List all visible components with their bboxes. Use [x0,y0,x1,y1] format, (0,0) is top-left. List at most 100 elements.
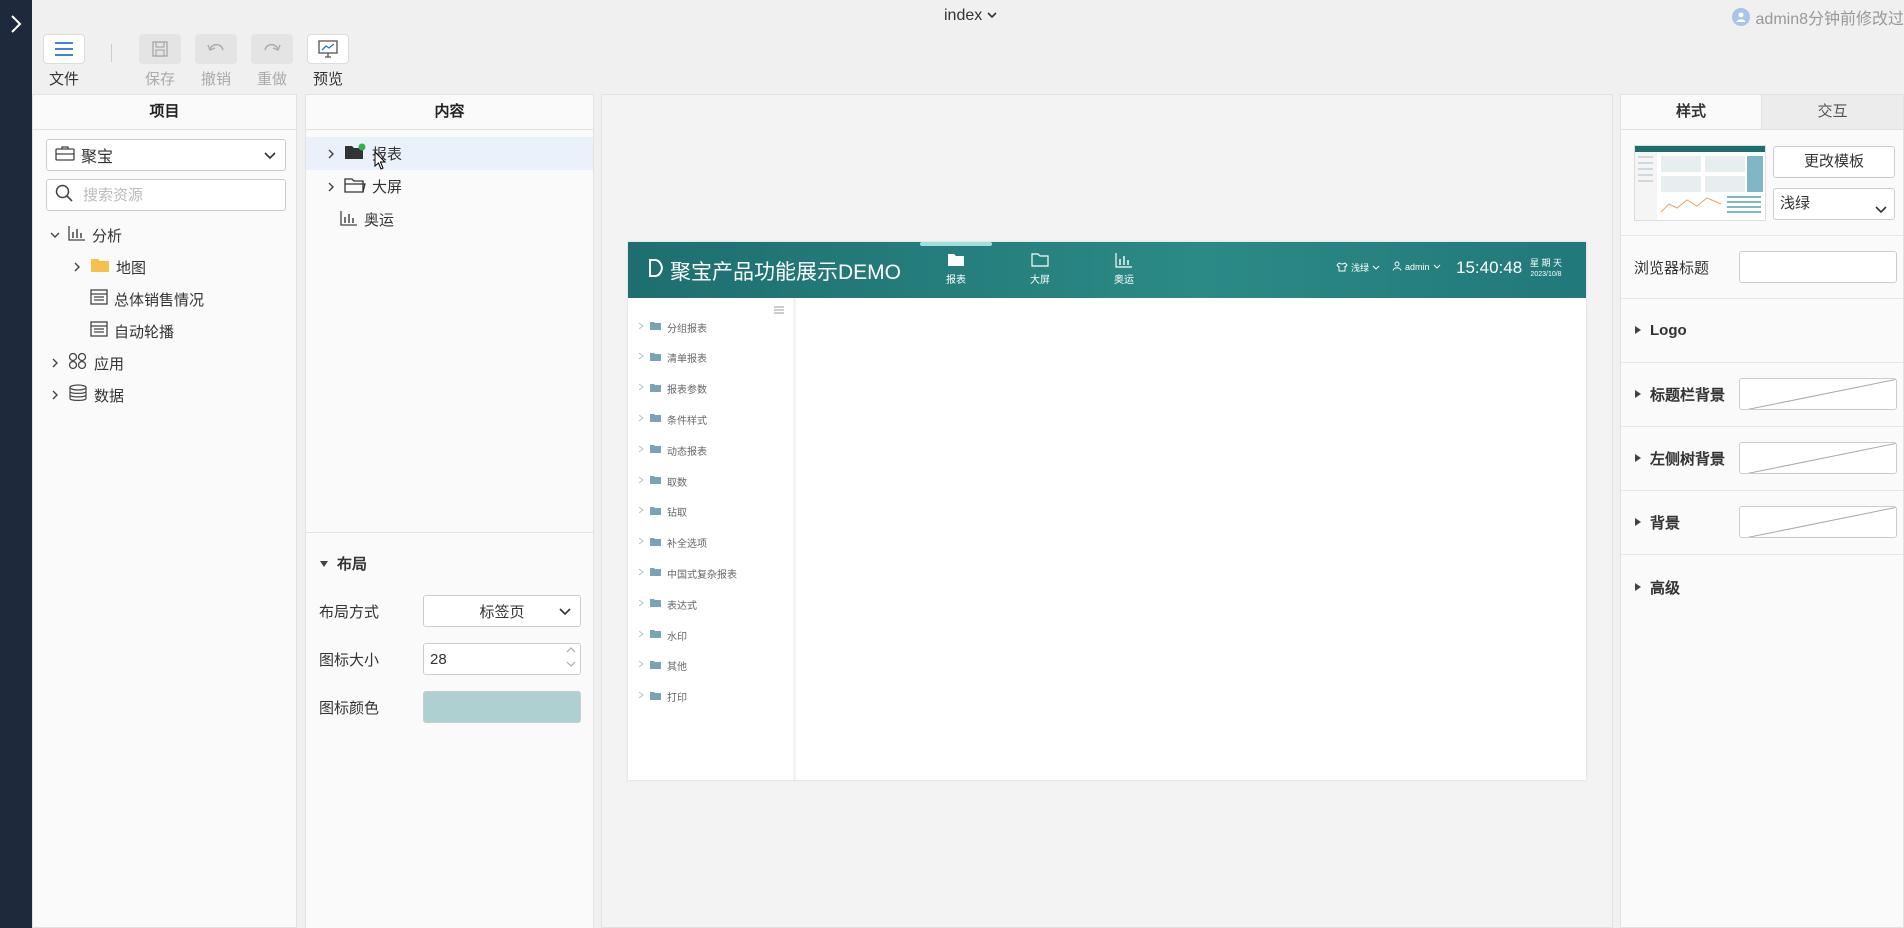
preview-tab-olympics[interactable]: 奥运 [1096,252,1152,286]
tree-item-data[interactable]: 数据 [33,379,296,411]
properties-tabs: 样式 交互 [1621,95,1903,130]
tree-item-auto-carousel[interactable]: 自动轮播 [33,315,296,347]
template-thumbnail [1634,145,1766,221]
redo-button[interactable]: 重做 [244,34,300,89]
file-button[interactable]: 文件 [36,34,92,89]
preview-side-item[interactable]: 分组报表 [638,319,707,335]
content-tree-item-report[interactable]: 报表 [306,137,593,170]
logo-section[interactable]: Logo [1621,299,1903,363]
layout-mode-value: 标签页 [479,603,525,621]
modified-text: admin8分钟前修改过 [1755,11,1904,28]
icon-size-stepper[interactable]: 28 [423,643,581,675]
preview-side-item[interactable]: 条件样式 [638,411,707,427]
project-select[interactable]: 聚宝 [46,139,286,171]
search-input[interactable] [83,186,263,204]
preview-tab-label: 奥运 [1114,275,1134,286]
chevron-right-icon[interactable] [48,356,62,370]
layout-section-title: 布局 [337,556,368,573]
preview-side-item[interactable]: 其他 [638,658,687,674]
advanced-section[interactable]: 高级 [1621,555,1903,619]
preview-side-item[interactable]: 表达式 [638,596,697,612]
content-panel: 内容 报表 大屏 奥运 布局 布局方式 标签页 图标大小 28 图标颜色 [305,94,594,928]
preview-side-item[interactable]: 取数 [638,473,687,489]
folder-icon [344,176,366,198]
tree-item-map[interactable]: 地图 [33,251,296,283]
left-tree-bg-section[interactable]: 左侧树背景 [1621,427,1903,491]
preview-user-label: admin [1405,262,1430,272]
preview-tab-report[interactable]: 报表 [920,242,992,286]
folder-filled-icon [344,143,366,165]
caret-right-icon [1634,386,1642,403]
preview-side-item[interactable]: 补全选项 [638,535,707,551]
chevron-down-icon[interactable] [48,228,62,242]
folder-icon [650,383,661,395]
preview-side-item-label: 其他 [667,662,687,674]
save-label: 保存 [144,71,175,88]
properties-panel: 样式 交互 更改模板 浅绿 浏览器标题 Logo 标题栏背景 左侧树背景 背景 … [1620,94,1904,928]
preview-side-item[interactable]: 报表参数 [638,381,707,397]
title-bar-bg-swatch[interactable] [1739,378,1897,410]
tree-item-total-sales[interactable]: 总体销售情况 [33,283,296,315]
preview-side-item[interactable]: 钻取 [638,504,687,520]
chevron-right-icon[interactable] [70,260,84,274]
menu-icon[interactable] [774,301,784,318]
preview-side-item[interactable]: 动态报表 [638,442,707,458]
tree-item-apps[interactable]: 应用 [33,347,296,379]
preview-side-item[interactable]: 打印 [638,689,687,705]
tab-interaction[interactable]: 交互 [1762,95,1903,129]
save-button[interactable]: 保存 [132,34,188,89]
browser-title-input[interactable] [1739,251,1897,283]
content-tree-item-screen[interactable]: 大屏 [306,170,593,203]
preview-side-item-label: 钻取 [667,508,687,520]
chevron-down-icon [558,604,572,622]
project-tree: 分析 地图 总体销售情况 自动轮播 应用 数据 [33,219,296,411]
preview-weekday: 星 期 天 [1530,258,1563,268]
icon-size-value: 28 [430,650,447,668]
content-tree-item-olympics[interactable]: 奥运 [306,203,593,236]
background-swatch[interactable] [1739,506,1897,538]
preview-title: 聚宝产品功能展示DEMO [648,256,901,286]
layout-section-header[interactable]: 布局 [319,553,367,574]
background-section[interactable]: 背景 [1621,491,1903,555]
tree-item-label: 总体销售情况 [114,291,205,309]
chevron-right-icon[interactable] [48,388,62,402]
tree-item-analysis[interactable]: 分析 [33,219,296,251]
tree-item-label: 自动轮播 [114,323,175,341]
folder-open-icon [1031,253,1049,271]
chevron-right-icon[interactable] [324,147,338,161]
tree-item-label: 奥运 [364,212,395,229]
preview-side-item[interactable]: 水印 [638,627,687,643]
bar-chart-icon [1115,253,1133,271]
layout-mode-select[interactable]: 标签页 [423,595,581,627]
preview-user-menu[interactable]: admin [1392,261,1441,273]
left-tree-bg-swatch[interactable] [1739,442,1897,474]
chevron-right-icon [638,630,644,641]
tab-style[interactable]: 样式 [1621,95,1762,129]
resource-search[interactable] [46,179,286,211]
preview-button[interactable]: 预览 [300,34,356,89]
preview-side-item[interactable]: 清单报表 [638,350,707,366]
undo-button[interactable]: 撤销 [188,34,244,89]
undo-label: 撤销 [200,71,231,88]
chevron-down-icon [1433,262,1441,272]
preview-tab-screen[interactable]: 大屏 [1012,252,1068,286]
chevron-right-icon[interactable] [324,180,338,194]
database-icon [68,384,88,406]
preview-side-item[interactable]: 中国式复杂报表 [638,565,737,581]
chevron-right-icon [638,691,644,702]
folder-icon [650,691,661,703]
icon-color-picker[interactable] [423,691,581,723]
document-title[interactable]: index [944,7,998,25]
dashboard-preview[interactable]: 聚宝产品功能展示DEMO 报表 大屏 奥运 浅绿 admin 15:40:48 … [628,242,1586,780]
chevron-right-icon [638,445,644,456]
theme-select[interactable]: 浅绿 [1773,188,1895,220]
shirt-icon [1336,261,1348,274]
title-bar-bg-section[interactable]: 标题栏背景 [1621,363,1903,427]
preview-theme-switch[interactable]: 浅绿 [1336,261,1380,274]
chevron-right-icon[interactable] [6,12,26,36]
left-strip [0,0,32,928]
change-template-button[interactable]: 更改模板 [1773,146,1895,178]
apps-icon [68,352,88,374]
tree-item-label: 数据 [94,387,125,405]
stepper-arrows-icon[interactable] [566,646,576,668]
